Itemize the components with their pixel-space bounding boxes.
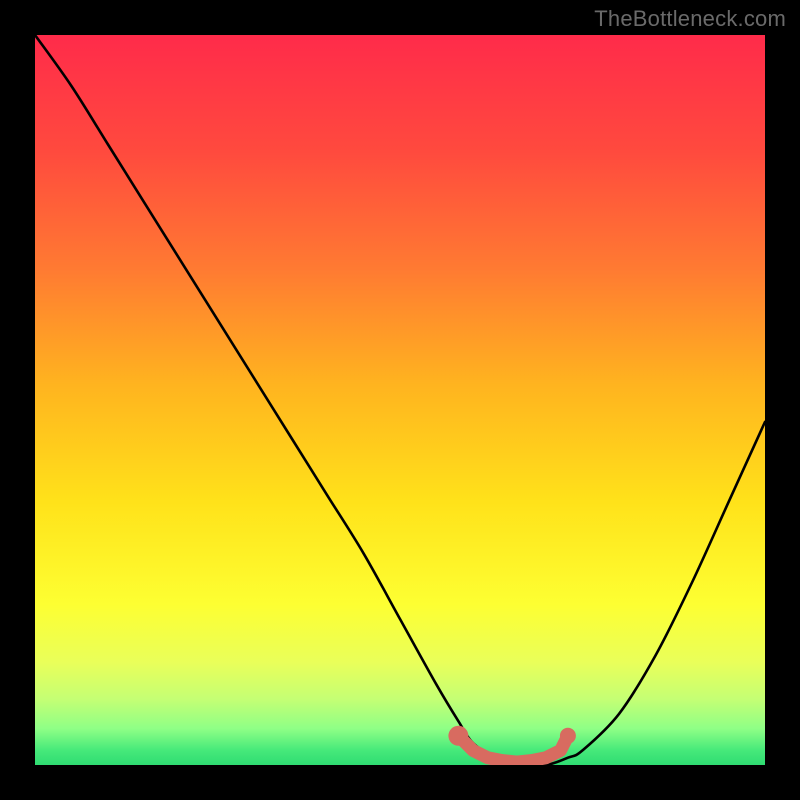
curve-path (35, 35, 765, 765)
plot-area (35, 35, 765, 765)
highlight-end-dot (560, 728, 576, 744)
chart-frame: TheBottleneck.com (0, 0, 800, 800)
highlight-end-dot (448, 726, 468, 746)
watermark-text: TheBottleneck.com (594, 6, 786, 32)
highlight-markers (448, 726, 576, 762)
bottleneck-curve (35, 35, 765, 765)
highlight-band-path (458, 736, 568, 762)
